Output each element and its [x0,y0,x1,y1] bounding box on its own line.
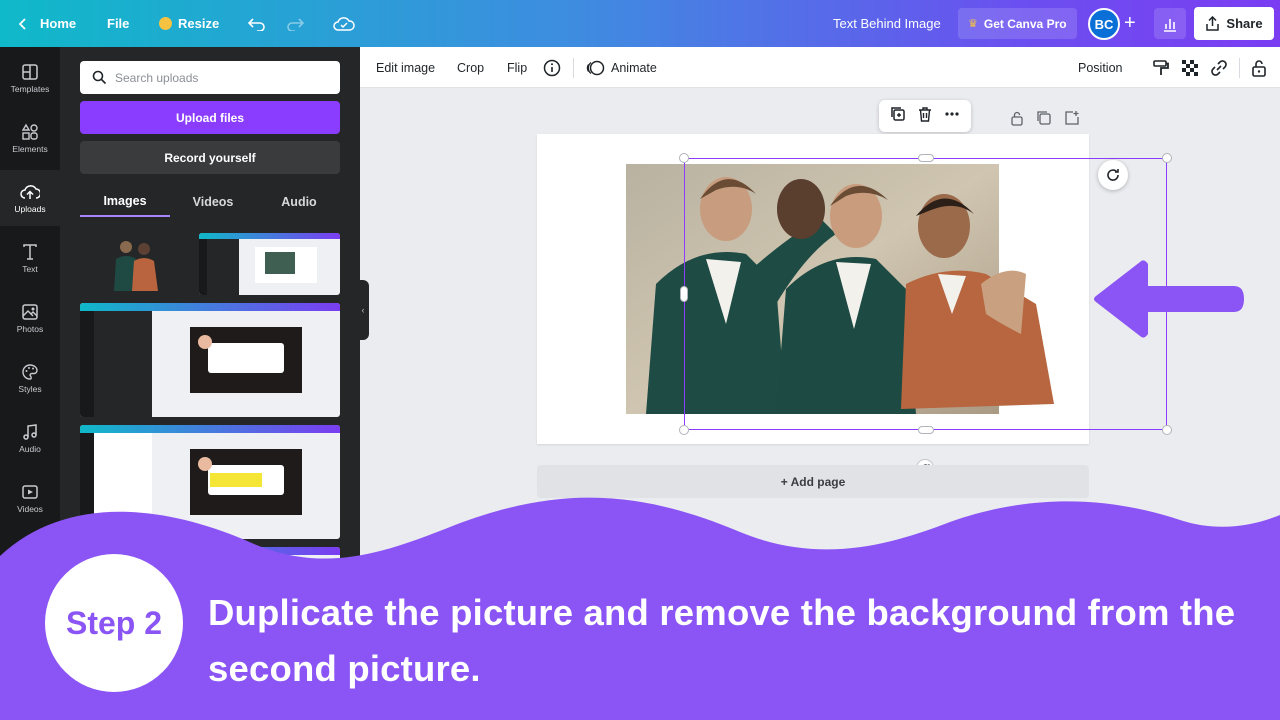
step-badge: Step 2 [45,554,183,692]
step-description: Duplicate the picture and remove the bac… [208,592,1236,689]
